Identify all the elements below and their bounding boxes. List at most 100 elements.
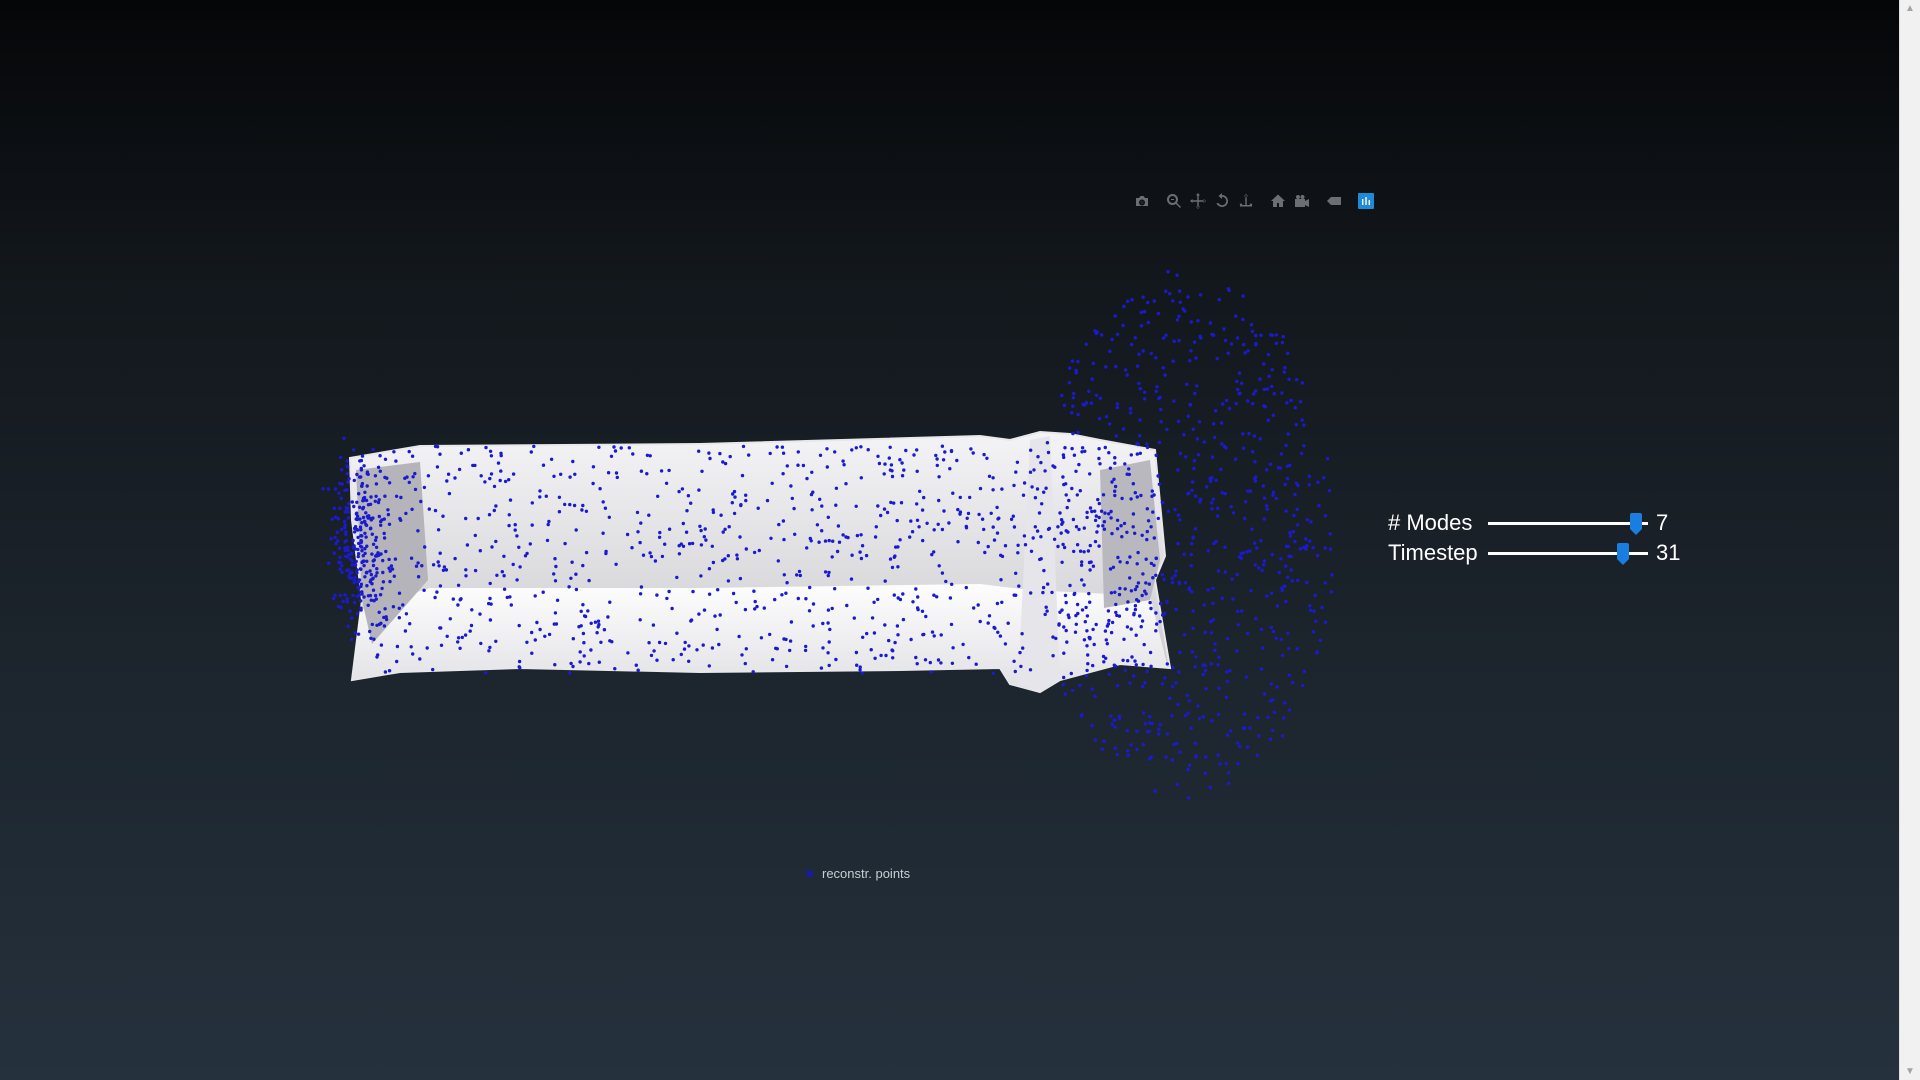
reconstr-point xyxy=(718,613,722,617)
reconstr-point xyxy=(404,612,409,616)
reconstr-point xyxy=(582,641,586,645)
reconstr-point xyxy=(1308,604,1312,608)
vertical-scrollbar[interactable]: ▲ ▼ xyxy=(1899,0,1920,1080)
reconstr-point xyxy=(614,471,619,475)
reset-camera-last-save-button[interactable] xyxy=(1290,189,1314,213)
reconstr-point xyxy=(1217,686,1221,691)
reconstr-point xyxy=(1061,453,1066,457)
reconstr-point xyxy=(937,498,941,503)
modes-slider-track[interactable] xyxy=(1488,512,1648,535)
reconstr-point xyxy=(1274,333,1279,337)
reconstr-point xyxy=(571,664,575,669)
reconstr-point xyxy=(730,501,734,505)
reconstr-point xyxy=(811,602,816,606)
zoom-button[interactable] xyxy=(1162,189,1186,213)
reconstr-point xyxy=(790,496,794,501)
reconstr-point xyxy=(1014,593,1018,597)
reconstr-point xyxy=(1259,333,1263,337)
reconstr-point xyxy=(890,474,895,479)
reconstr-point xyxy=(1157,482,1162,486)
reconstr-point xyxy=(484,671,488,675)
reconstr-point xyxy=(865,631,869,636)
reconstr-point xyxy=(1187,586,1192,590)
reconstr-point xyxy=(489,472,494,476)
reconstr-point xyxy=(507,513,511,517)
reconstr-point xyxy=(416,575,421,579)
reconstr-point xyxy=(1058,511,1062,515)
reconstr-point xyxy=(1095,530,1099,534)
reconstr-point xyxy=(1086,549,1091,553)
reconstr-point xyxy=(422,485,427,490)
reconstr-point xyxy=(819,666,824,670)
reconstr-point xyxy=(1113,489,1117,493)
reconstr-point xyxy=(370,532,374,536)
reconstr-point xyxy=(1279,556,1283,561)
reconstr-point xyxy=(573,472,577,476)
reconstr-point xyxy=(999,578,1003,582)
reconstr-point xyxy=(991,671,995,676)
reconstr-point xyxy=(1177,670,1181,674)
scroll-up-arrow-icon[interactable]: ▲ xyxy=(1900,0,1920,17)
reconstr-point xyxy=(1069,671,1074,676)
legend-marker[interactable] xyxy=(806,870,813,877)
reconstr-point xyxy=(438,626,442,630)
reconstr-point xyxy=(1173,573,1177,578)
reconstr-point xyxy=(901,592,905,596)
reconstr-point xyxy=(1248,726,1252,730)
timestep-slider-thumb[interactable] xyxy=(1616,542,1629,565)
reconstr-point xyxy=(1243,516,1247,521)
reconstr-point xyxy=(1104,638,1109,642)
reconstr-point xyxy=(859,533,863,537)
reconstr-point xyxy=(1330,573,1334,577)
reconstr-point xyxy=(368,629,372,634)
reconstr-point xyxy=(1283,584,1287,588)
reconstr-point xyxy=(1061,542,1065,547)
reconstr-point xyxy=(1225,679,1230,684)
reconstr-point xyxy=(930,630,935,634)
reconstr-point xyxy=(1242,342,1246,347)
reconstr-point xyxy=(1176,468,1180,472)
reconstr-point xyxy=(858,665,862,669)
reconstr-point xyxy=(1045,441,1050,445)
reconstr-point xyxy=(327,561,331,565)
reconstr-point xyxy=(1057,623,1061,627)
reconstr-point xyxy=(500,570,504,574)
reconstr-point xyxy=(986,621,990,625)
download-png-button[interactable] xyxy=(1130,189,1154,213)
reconstr-point xyxy=(1149,351,1154,356)
reconstr-point xyxy=(1218,762,1222,766)
reconstr-point xyxy=(936,658,941,662)
reconstr-point xyxy=(1190,542,1194,546)
reconstr-point xyxy=(1176,513,1181,517)
turntable-rotation-button[interactable] xyxy=(1234,189,1258,213)
timestep-slider-track[interactable] xyxy=(1488,542,1648,565)
reconstr-point xyxy=(894,545,898,549)
reconstr-point xyxy=(1080,713,1084,717)
reconstr-point xyxy=(1201,672,1205,677)
reconstr-point xyxy=(687,644,691,648)
legend-label[interactable]: reconstr. points xyxy=(822,866,910,881)
reconstr-point xyxy=(387,566,391,570)
reset-camera-default-button[interactable] xyxy=(1266,189,1290,213)
reconstr-point xyxy=(955,458,959,463)
reconstr-point xyxy=(1315,651,1319,655)
plotly-logo-button[interactable] xyxy=(1354,189,1378,213)
reconstr-point xyxy=(581,603,585,607)
reconstr-point xyxy=(1165,427,1169,432)
reconstr-point xyxy=(820,529,824,533)
reconstr-point xyxy=(350,500,354,504)
reconstr-point xyxy=(1041,585,1046,590)
reconstr-point xyxy=(381,558,385,563)
reconstr-point xyxy=(1075,543,1080,547)
reconstr-point xyxy=(416,529,420,533)
reconstr-point xyxy=(488,645,492,650)
reconstr-point xyxy=(435,465,440,469)
reconstr-point xyxy=(649,653,654,658)
orbit-rotation-button[interactable] xyxy=(1210,189,1234,213)
modes-slider-thumb[interactable] xyxy=(1630,512,1643,535)
toggle-hover-button[interactable] xyxy=(1322,189,1346,213)
reconstr-point xyxy=(1135,364,1140,368)
reconstr-point xyxy=(1305,580,1309,585)
scroll-down-arrow-icon[interactable]: ▼ xyxy=(1900,1063,1920,1080)
pan-button[interactable] xyxy=(1186,189,1210,213)
